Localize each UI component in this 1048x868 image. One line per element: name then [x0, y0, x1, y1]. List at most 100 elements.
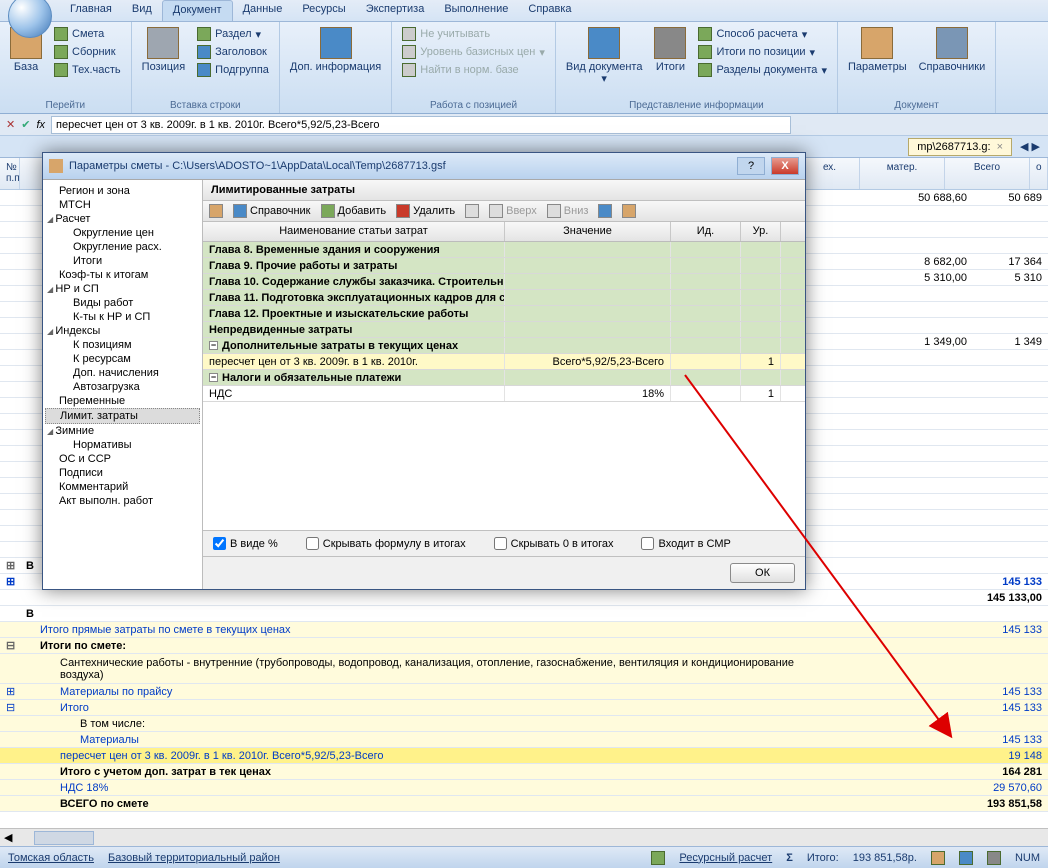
summary-row[interactable]: Материалы145 133 — [0, 732, 1048, 748]
tree-item[interactable]: Доп. начисления — [45, 366, 200, 380]
cost-grid[interactable]: Наименование статьи затрат Значение Ид. … — [203, 222, 805, 530]
grid-row[interactable]: Непредвиденные затраты — [203, 322, 805, 338]
tree-item[interactable]: Подписи — [45, 466, 200, 480]
tree-item[interactable]: Лимит. затраты — [45, 408, 200, 424]
ribbon-tab-2[interactable]: Документ — [162, 0, 233, 21]
summary-row[interactable]: ⊟Итого145 133 — [0, 700, 1048, 716]
techpart-button[interactable]: Тех.часть — [50, 61, 125, 79]
grid-col-header[interactable]: Ид. — [671, 222, 741, 241]
formula-input[interactable] — [51, 116, 791, 134]
tree-item[interactable]: Индексы — [45, 324, 200, 338]
ribbon-tab-5[interactable]: Экспертиза — [356, 0, 435, 21]
ribbon-tab-1[interactable]: Вид — [122, 0, 162, 21]
col-header[interactable]: матер. — [860, 158, 945, 189]
tree-item[interactable]: Зимние — [45, 424, 200, 438]
tree-item[interactable]: Нормативы — [45, 438, 200, 452]
tree-item[interactable]: Переменные — [45, 394, 200, 408]
ribbon-tab-3[interactable]: Данные — [233, 0, 293, 21]
tree-item[interactable]: МТСН — [45, 198, 200, 212]
tree-item[interactable]: Округление расх. — [45, 240, 200, 254]
col-header[interactable]: ех. — [800, 158, 860, 189]
summary-row[interactable]: ⊞Материалы по прайсу145 133 — [0, 684, 1048, 700]
terr-link[interactable]: Базовый территориальный район — [108, 852, 280, 864]
summary-row[interactable]: Итого с учетом доп. затрат в тек ценах16… — [0, 764, 1048, 780]
open-button[interactable] — [622, 204, 636, 218]
fx-icon[interactable]: fх — [36, 119, 45, 131]
sb-icon[interactable] — [931, 851, 945, 865]
close-icon[interactable]: × — [997, 141, 1003, 153]
grid-col-header[interactable]: Значение — [505, 222, 671, 241]
tree-item[interactable]: К-ты к НР и СП — [45, 310, 200, 324]
summary-row[interactable]: В — [0, 606, 1048, 622]
grid-row[interactable]: Глава 9. Прочие работы и затраты — [203, 258, 805, 274]
grid-row[interactable]: Глава 10. Содержание службы заказчика. С… — [203, 274, 805, 290]
summary-row[interactable]: пересчет цен от 3 кв. 2009г. в 1 кв. 201… — [0, 748, 1048, 764]
sb-icon[interactable] — [987, 851, 1001, 865]
ok-button[interactable]: ОК — [730, 563, 795, 583]
sbornik-button[interactable]: Сборник — [50, 43, 125, 61]
check-hideformula[interactable]: Скрывать формулу в итогах — [306, 537, 466, 550]
grid-row[interactable]: Глава 11. Подготовка эксплуатационных ка… — [203, 290, 805, 306]
del-button[interactable]: Удалить — [396, 204, 455, 218]
col-header[interactable]: Всего — [945, 158, 1030, 189]
cancel-icon[interactable]: ✕ — [6, 118, 15, 131]
close-button[interactable]: X — [771, 157, 799, 175]
check-hidezero[interactable]: Скрывать 0 в итогах — [494, 537, 614, 550]
check-percent[interactable]: В виде % — [213, 537, 278, 550]
param-tree[interactable]: Регион и зонаМТСНРасчетОкругление ценОкр… — [43, 180, 203, 589]
summary-row[interactable]: 145 133,00 — [0, 590, 1048, 606]
docsections-button[interactable]: Разделы документа ▾ — [694, 61, 831, 79]
region-link[interactable]: Томская область — [8, 852, 94, 864]
totals-button[interactable]: Итоги — [650, 25, 690, 75]
grid-row[interactable]: −Налоги и обязательные платежи — [203, 370, 805, 386]
tree-item[interactable]: Коэф-ты к итогам — [45, 268, 200, 282]
add-button[interactable]: Добавить — [321, 204, 387, 218]
grid-row[interactable]: −Дополнительные затраты в текущих ценах — [203, 338, 805, 354]
header-button[interactable]: Заголовок — [193, 43, 273, 61]
check-smr[interactable]: Входит в СМР — [641, 537, 730, 550]
tree-item[interactable]: Комментарий — [45, 480, 200, 494]
summary-row[interactable]: ⊟Итоги по смете: — [0, 638, 1048, 654]
grid-col-header[interactable]: Наименование статьи затрат — [203, 222, 505, 241]
accept-icon[interactable]: ✔ — [21, 118, 30, 131]
print-button[interactable] — [209, 204, 223, 218]
tree-item[interactable]: НР и СП — [45, 282, 200, 296]
position-button[interactable]: Позиция — [138, 25, 190, 75]
smeta-button[interactable]: Смета — [50, 25, 125, 43]
tree-item[interactable]: Расчет — [45, 212, 200, 226]
tree-item[interactable]: К позициям — [45, 338, 200, 352]
summary-row[interactable]: НДС 18%29 570,60 — [0, 780, 1048, 796]
tree-item[interactable]: Округление цен — [45, 226, 200, 240]
dopinfo-button[interactable]: Доп. информация — [286, 25, 385, 75]
ribbon-tab-4[interactable]: Ресурсы — [292, 0, 355, 21]
tree-item[interactable]: Регион и зона — [45, 184, 200, 198]
grid-row[interactable]: НДС18%1 — [203, 386, 805, 402]
grid-col-header[interactable]: Ур. — [741, 222, 781, 241]
save-button[interactable] — [598, 204, 612, 218]
summary-row[interactable]: В том числе: — [0, 716, 1048, 732]
tree-item[interactable]: Автозагрузка — [45, 380, 200, 394]
params-button[interactable]: Параметры — [844, 25, 911, 75]
ref-button[interactable]: Справочник — [233, 204, 311, 218]
tree-item[interactable]: Виды работ — [45, 296, 200, 310]
positiontotals-button[interactable]: Итоги по позиции ▾ — [694, 43, 831, 61]
help-button[interactable]: ? — [737, 157, 765, 175]
tree-item[interactable]: К ресурсам — [45, 352, 200, 366]
hscrollbar[interactable]: ◀ — [0, 828, 1048, 846]
ribbon-tab-7[interactable]: Справка — [518, 0, 581, 21]
dialog-titlebar[interactable]: Параметры сметы - C:\Users\ADOSTO~1\AppD… — [43, 153, 805, 179]
docview-button[interactable]: Вид документа▾ — [562, 25, 647, 87]
col-header[interactable]: о — [1030, 158, 1048, 189]
refs-button[interactable]: Справочники — [915, 25, 990, 75]
grid-row[interactable]: Глава 12. Проектные и изыскательские раб… — [203, 306, 805, 322]
summary-row[interactable]: Итого прямые затраты по смете в текущих … — [0, 622, 1048, 638]
calc-mode[interactable]: Ресурсный расчет — [679, 852, 772, 864]
grid-row[interactable]: Глава 8. Временные здания и сооружения — [203, 242, 805, 258]
tree-item[interactable]: ОС и ССР — [45, 452, 200, 466]
tree-item[interactable]: Акт выполн. работ — [45, 494, 200, 508]
calcmethod-button[interactable]: Способ расчета ▾ — [694, 25, 831, 43]
ribbon-tab-6[interactable]: Выполнение — [434, 0, 518, 21]
col-header[interactable]: № п.п — [0, 158, 20, 189]
summary-row[interactable]: ВСЕГО по смете193 851,58 — [0, 796, 1048, 812]
summary-row[interactable]: Сантехнические работы - внутренние (труб… — [0, 654, 1048, 684]
